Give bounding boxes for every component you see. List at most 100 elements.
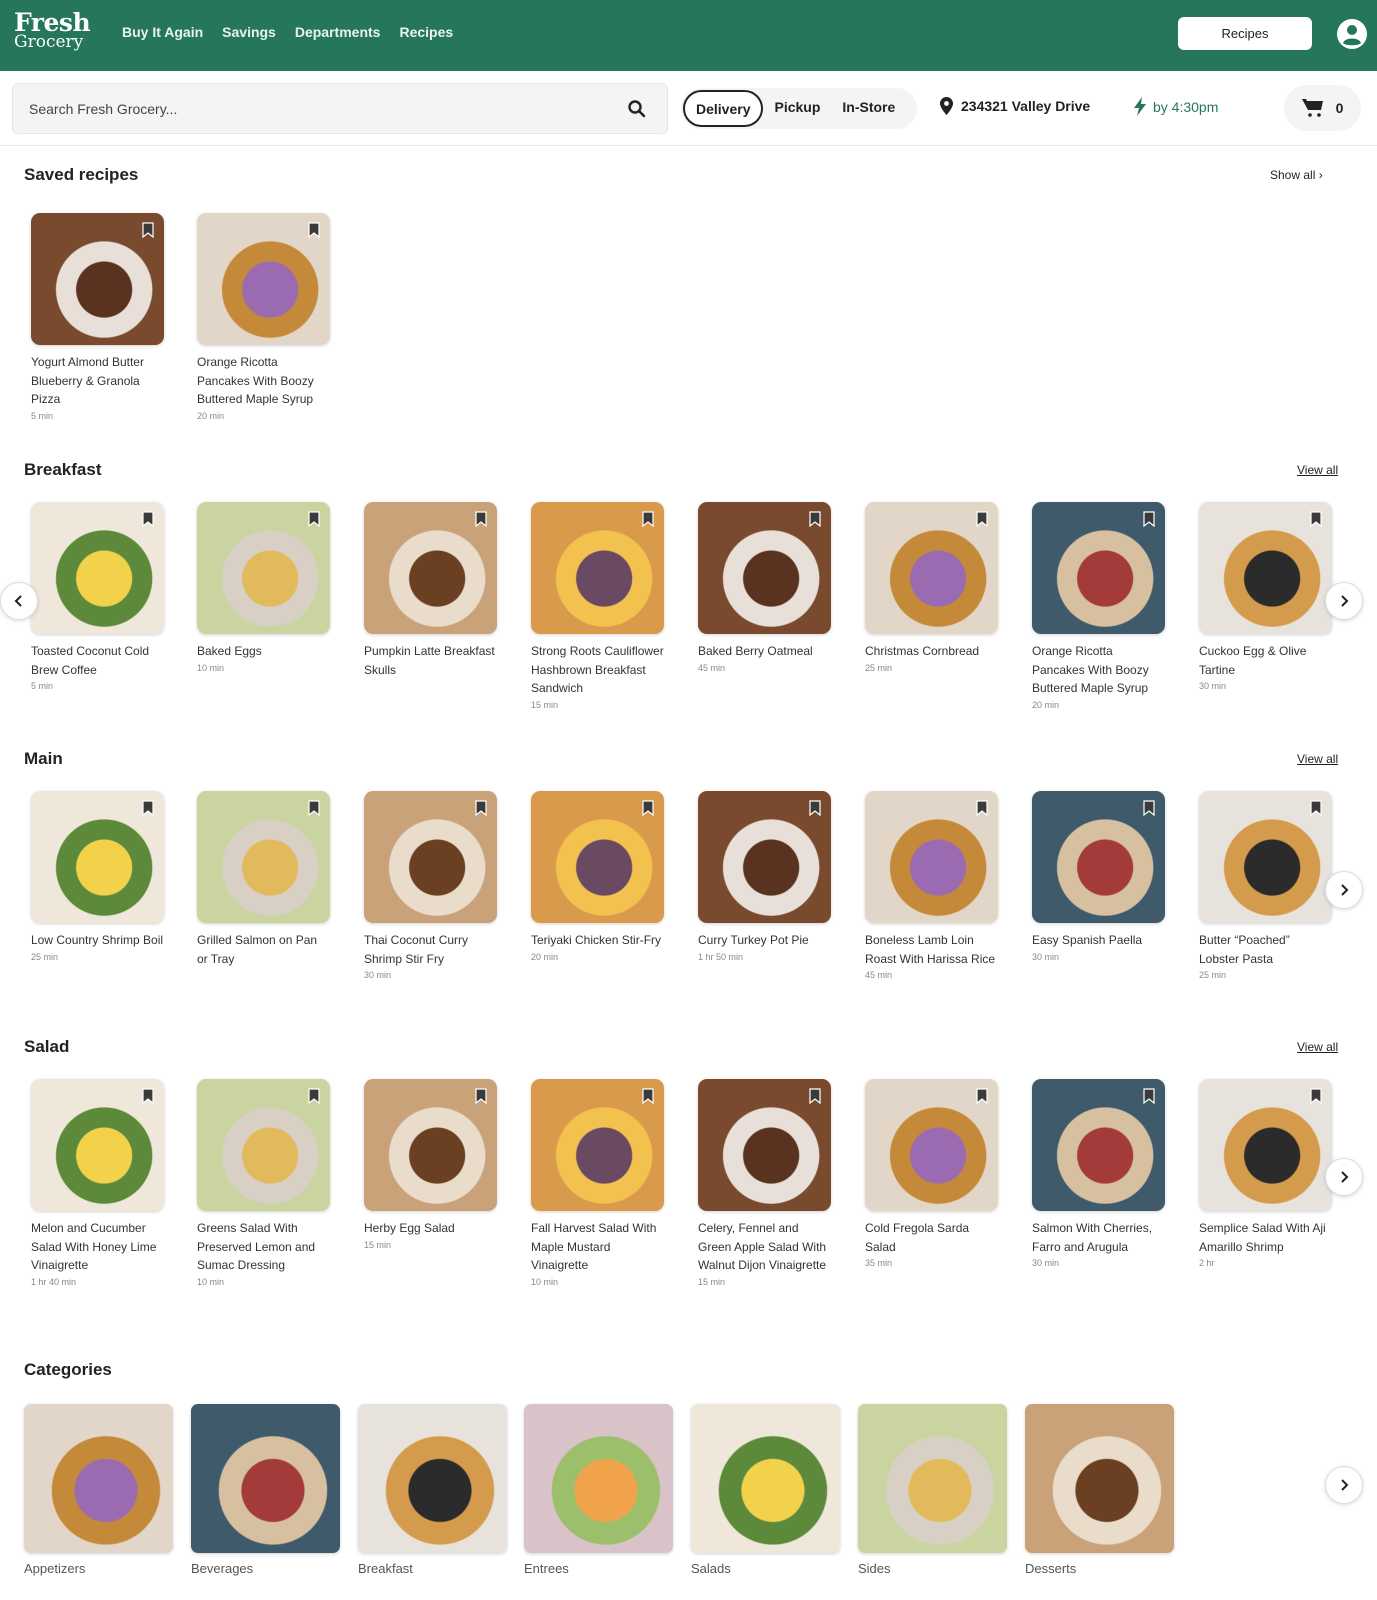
recipe-title[interactable]: Butter “Poached” Lobster Pasta: [1199, 931, 1332, 968]
bookmark-icon[interactable]: [142, 800, 154, 816]
salad-view-all[interactable]: View all: [1297, 1040, 1338, 1054]
recipe-card[interactable]: Grilled Salmon on Pan or Tray: [197, 791, 330, 970]
recipe-image[interactable]: [1032, 1079, 1165, 1211]
salad-next-button[interactable]: [1325, 1158, 1363, 1196]
recipe-title[interactable]: Salmon With Cherries, Farro and Arugula: [1032, 1219, 1165, 1256]
recipe-title[interactable]: Grilled Salmon on Pan or Tray: [197, 931, 330, 968]
recipe-title[interactable]: Thai Coconut Curry Shrimp Stir Fry: [364, 931, 497, 968]
search-icon[interactable]: [627, 99, 647, 119]
recipe-image[interactable]: [1199, 791, 1332, 923]
bookmark-icon[interactable]: [475, 1088, 487, 1104]
recipe-title[interactable]: Melon and Cucumber Salad With Honey Lime…: [31, 1219, 164, 1275]
breakfast-view-all[interactable]: View all: [1297, 463, 1338, 477]
nav-departments[interactable]: Departments: [295, 24, 381, 40]
category-card[interactable]: Salads: [691, 1404, 840, 1576]
recipe-image[interactable]: [364, 1079, 497, 1211]
category-label[interactable]: Entrees: [524, 1561, 673, 1576]
category-label[interactable]: Breakfast: [358, 1561, 507, 1576]
nav-buy-it-again[interactable]: Buy It Again: [122, 24, 203, 40]
recipe-card[interactable]: Cuckoo Egg & Olive Tartine 30 min: [1199, 502, 1332, 691]
bookmark-icon[interactable]: [1310, 1088, 1322, 1104]
recipe-card[interactable]: Orange Ricotta Pancakes With Boozy Butte…: [197, 213, 330, 421]
recipe-image[interactable]: [197, 1079, 330, 1211]
category-card[interactable]: Beverages: [191, 1404, 340, 1576]
bookmark-icon[interactable]: [308, 800, 320, 816]
recipe-title[interactable]: Curry Turkey Pot Pie: [698, 931, 831, 950]
bookmark-icon[interactable]: [809, 800, 821, 816]
recipe-card[interactable]: Teriyaki Chicken Stir-Fry 20 min: [531, 791, 664, 962]
recipe-title[interactable]: Cold Fregola Sarda Salad: [865, 1219, 998, 1256]
recipe-title[interactable]: Strong Roots Cauliflower Hashbrown Break…: [531, 642, 664, 698]
delivery-address[interactable]: 234321 Valley Drive: [940, 97, 1090, 115]
recipe-card[interactable]: Melon and Cucumber Salad With Honey Lime…: [31, 1079, 164, 1287]
category-card[interactable]: Appetizers: [24, 1404, 173, 1576]
recipe-title[interactable]: Herby Egg Salad: [364, 1219, 497, 1238]
recipe-image[interactable]: [197, 502, 330, 634]
recipe-card[interactable]: Fall Harvest Salad With Maple Mustard Vi…: [531, 1079, 664, 1287]
recipe-image[interactable]: [531, 1079, 664, 1211]
recipe-title[interactable]: Low Country Shrimp Boil: [31, 931, 164, 950]
recipe-title[interactable]: Greens Salad With Preserved Lemon and Su…: [197, 1219, 330, 1275]
bookmark-icon[interactable]: [142, 1088, 154, 1104]
recipe-title[interactable]: Teriyaki Chicken Stir-Fry: [531, 931, 664, 950]
show-all-link[interactable]: Show all ›: [1270, 168, 1323, 182]
breakfast-prev-button[interactable]: [0, 582, 38, 620]
bookmark-icon[interactable]: [1143, 511, 1155, 527]
bookmark-icon[interactable]: [475, 800, 487, 816]
bookmark-icon[interactable]: [142, 222, 154, 238]
recipe-title[interactable]: Fall Harvest Salad With Maple Mustard Vi…: [531, 1219, 664, 1275]
recipe-title[interactable]: Christmas Cornbread: [865, 642, 998, 661]
recipe-card[interactable]: Greens Salad With Preserved Lemon and Su…: [197, 1079, 330, 1287]
bookmark-icon[interactable]: [642, 511, 654, 527]
breakfast-next-button[interactable]: [1325, 582, 1363, 620]
recipe-image[interactable]: [698, 502, 831, 634]
recipe-card[interactable]: Low Country Shrimp Boil 25 min: [31, 791, 164, 962]
bookmark-icon[interactable]: [809, 1088, 821, 1104]
recipe-image[interactable]: [865, 502, 998, 634]
category-label[interactable]: Beverages: [191, 1561, 340, 1576]
bookmark-icon[interactable]: [976, 800, 988, 816]
bookmark-icon[interactable]: [1143, 1088, 1155, 1104]
category-card[interactable]: Breakfast: [358, 1404, 507, 1576]
recipe-card[interactable]: Baked Eggs 10 min: [197, 502, 330, 673]
recipe-card[interactable]: Pumpkin Latte Breakfast Skulls: [364, 502, 497, 681]
category-label[interactable]: Sides: [858, 1561, 1007, 1576]
bookmark-icon[interactable]: [308, 1088, 320, 1104]
recipe-image[interactable]: [698, 791, 831, 923]
category-card[interactable]: Desserts: [1025, 1404, 1174, 1576]
recipe-title[interactable]: Baked Eggs: [197, 642, 330, 661]
recipe-image[interactable]: [31, 213, 164, 345]
recipe-card[interactable]: Toasted Coconut Cold Brew Coffee 5 min: [31, 502, 164, 691]
category-image[interactable]: [1025, 1404, 1174, 1553]
recipe-card[interactable]: Yogurt Almond Butter Blueberry & Granola…: [31, 213, 164, 421]
recipe-image[interactable]: [1199, 502, 1332, 634]
recipe-card[interactable]: Salmon With Cherries, Farro and Arugula …: [1032, 1079, 1165, 1268]
bookmark-icon[interactable]: [1310, 800, 1322, 816]
recipe-card[interactable]: Christmas Cornbread 25 min: [865, 502, 998, 673]
search-input[interactable]: [29, 84, 609, 133]
recipe-card[interactable]: Cold Fregola Sarda Salad 35 min: [865, 1079, 998, 1268]
recipe-title[interactable]: Pumpkin Latte Breakfast Skulls: [364, 642, 497, 679]
category-image[interactable]: [691, 1404, 840, 1553]
recipe-image[interactable]: [197, 213, 330, 345]
cart-button[interactable]: 0: [1284, 85, 1361, 131]
recipe-card[interactable]: Boneless Lamb Loin Roast With Harissa Ri…: [865, 791, 998, 980]
fresh-grocery-logo[interactable]: Fresh Grocery: [14, 10, 91, 51]
recipe-image[interactable]: [531, 791, 664, 923]
recipe-title[interactable]: Cuckoo Egg & Olive Tartine: [1199, 642, 1332, 679]
nav-recipes[interactable]: Recipes: [399, 24, 453, 40]
recipe-image[interactable]: [197, 791, 330, 923]
bookmark-icon[interactable]: [809, 511, 821, 527]
recipe-image[interactable]: [865, 1079, 998, 1211]
recipes-button[interactable]: Recipes: [1178, 17, 1312, 50]
recipe-title[interactable]: Celery, Fennel and Green Apple Salad Wit…: [698, 1219, 831, 1275]
bookmark-icon[interactable]: [976, 511, 988, 527]
recipe-image[interactable]: [698, 1079, 831, 1211]
recipe-title[interactable]: Toasted Coconut Cold Brew Coffee: [31, 642, 164, 679]
mode-delivery[interactable]: Delivery: [683, 90, 764, 127]
recipe-title[interactable]: Orange Ricotta Pancakes With Boozy Butte…: [1032, 642, 1165, 698]
recipe-image[interactable]: [531, 502, 664, 634]
recipe-title[interactable]: Semplice Salad With Aji Amarillo Shrimp: [1199, 1219, 1332, 1256]
bookmark-icon[interactable]: [308, 222, 320, 238]
recipe-card[interactable]: Herby Egg Salad 15 min: [364, 1079, 497, 1250]
